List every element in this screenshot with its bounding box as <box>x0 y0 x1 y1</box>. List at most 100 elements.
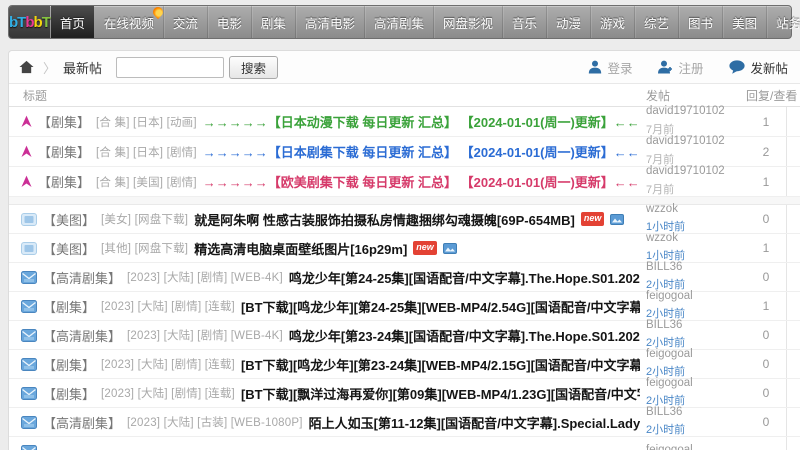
topic-row: 【高清剧集】 [2023] [大陆] [剧情] [WEB-4K] 鸣龙少年[第2… <box>9 261 800 292</box>
poster-link[interactable]: feigogoal <box>646 290 746 304</box>
topic-title-link[interactable]: [BT下载][飘洋过海再爱你][第09集][WEB-MP4/1.23G][国语配… <box>241 384 640 403</box>
poster-link[interactable]: BILL36 <box>646 261 746 275</box>
reply-count: 1 <box>762 114 770 129</box>
topic-title-cell: 【高清剧集】 [2023] [大陆] [剧情] [WEB-4K] 鸣龙少年[第2… <box>9 268 646 287</box>
poster-link[interactable]: feigogoal <box>646 348 746 362</box>
post-time[interactable]: 7月前 <box>646 184 674 196</box>
search-input[interactable] <box>116 56 225 78</box>
home-icon[interactable] <box>19 60 34 74</box>
nav-item[interactable]: 美图 <box>723 6 768 38</box>
category-link[interactable]: 【高清剧集】 <box>43 413 121 432</box>
nav-item[interactable]: 音乐 <box>503 6 547 38</box>
topic-title-link[interactable]: 陌上人如玉[第11-12集][国语配音/中文字幕].Special.Lady.S… <box>309 413 640 432</box>
topic-title-link[interactable]: →→→→→【日本剧集下载 每日更新 汇总】 【2024-01-01(周一)更新】… <box>203 142 640 161</box>
nav-item[interactable]: 站务 <box>767 6 800 38</box>
topic-row: 【剧集】 [合 集] [美国] [剧情] →→→→→【欧美剧集下载 每日更新 汇… <box>9 165 800 197</box>
topic-title-link[interactable]: 鸣龙少年[第23-24集][国语配音/中文字幕].The.Hope.S01.20… <box>289 326 640 345</box>
views-column-stub <box>786 379 800 407</box>
poster-link[interactable]: BILL36 <box>646 406 746 420</box>
new-post-button[interactable]: 发新帖 <box>729 58 788 77</box>
nav-item[interactable]: 动漫 <box>547 6 592 38</box>
nav-item[interactable]: 游戏 <box>591 6 636 38</box>
search-button[interactable]: 搜索 <box>229 55 279 79</box>
topic-title-link[interactable]: →→→→→【欧美剧集下载 每日更新 汇总】 【2024-01-01(周一)更新】… <box>203 172 640 191</box>
nav-item[interactable]: 高清剧集 <box>365 6 434 38</box>
topic-row: 【剧集】 [合 集] [日本] [剧情] →→→→→【日本剧集下载 每日更新 汇… <box>9 135 800 168</box>
nav-menu: 首页在线视频交流电影剧集高清电影高清剧集网盘影视音乐动漫游戏综艺图书美图站务>> <box>50 4 800 38</box>
breadcrumb-toolbar: 〉 最新帖 搜索 登录 注册 发新帖 <box>9 51 800 84</box>
topic-row: 【剧集】 [2023] [大陆] [剧情] [连载] [BT下载][鸣龙少年][… <box>9 290 800 321</box>
poster-link[interactable]: feigogoal <box>646 444 746 450</box>
category-link[interactable]: 【剧集】 <box>43 384 95 403</box>
nav-item[interactable]: 综艺 <box>635 6 680 38</box>
reply-count: 0 <box>762 386 770 400</box>
new-post-envelope-icon <box>21 270 37 284</box>
poster-link[interactable]: david19710102 <box>646 135 746 149</box>
nav-item[interactable]: 网盘影视 <box>434 6 503 38</box>
new-post-envelope-icon <box>21 415 37 429</box>
image-post-icon <box>21 241 37 255</box>
nav-item[interactable]: 图书 <box>679 6 724 38</box>
topic-title-cell: 【高清剧集】 [2023] [大陆] [古装] [WEB-1080P] 陌上人如… <box>9 413 646 432</box>
logo-letter: b <box>9 13 18 31</box>
topic-title-link[interactable]: [BT下载][鸣龙少年][第23-24集][WEB-MP4/2.15G][国语配… <box>241 355 640 374</box>
category-link[interactable]: 【剧集】 <box>38 112 90 131</box>
register-link[interactable]: 注册 <box>658 58 703 77</box>
site-logo[interactable]: bTbbT <box>9 6 51 38</box>
topic-title-cell: 【剧集】 [合 集] [美国] [剧情] →→→→→【欧美剧集下载 每日更新 汇… <box>9 172 646 191</box>
poster-link[interactable]: feigogoal <box>646 377 746 391</box>
category-link[interactable]: 【剧集】 <box>38 142 90 161</box>
nav-item[interactable]: 交流 <box>164 6 208 38</box>
post-time[interactable]: 2小时前 <box>646 424 685 436</box>
poster-cell: feigogoal <box>646 444 746 450</box>
topic-row: feigogoal <box>9 437 800 450</box>
topic-tags: [2023] [大陆] [剧情] [连载] <box>101 359 235 371</box>
category-link[interactable]: 【高清剧集】 <box>43 326 121 345</box>
post-time[interactable]: 7月前 <box>646 124 674 136</box>
poster-link[interactable]: BILL36 <box>646 319 746 333</box>
poster-cell: david19710102 7月前 <box>646 135 746 168</box>
topic-title-link[interactable]: 就是阿朱啊 性感古装服饰拍摄私房情趣捆绑勾魂摄魄[69P-654MB] <box>194 210 575 229</box>
sticky-pin-icon <box>21 115 32 129</box>
nav-item[interactable]: 剧集 <box>252 6 296 38</box>
views-column-stub <box>786 292 800 320</box>
category-link[interactable]: 【剧集】 <box>38 172 90 191</box>
new-badge: new <box>413 241 437 255</box>
views-column-stub <box>786 437 800 450</box>
new-post-envelope-icon <box>21 357 37 371</box>
nav-item[interactable]: 电影 <box>208 6 252 38</box>
poster-link[interactable]: wzzok <box>646 203 746 217</box>
category-link[interactable]: 【高清剧集】 <box>43 268 121 287</box>
category-link[interactable]: 【美图】 <box>43 239 95 258</box>
topic-title-cell: 【剧集】 [合 集] [日本] [剧情] →→→→→【日本剧集下载 每日更新 汇… <box>9 142 646 161</box>
topic-title-cell: 【高清剧集】 [2023] [大陆] [剧情] [WEB-4K] 鸣龙少年[第2… <box>9 326 646 345</box>
category-link[interactable]: 【美图】 <box>43 210 95 229</box>
reply-count: 0 <box>762 270 770 284</box>
post-time[interactable]: 7月前 <box>646 154 674 166</box>
nav-item[interactable]: 高清电影 <box>296 6 365 38</box>
category-link[interactable]: 【剧集】 <box>43 297 95 316</box>
nav-item[interactable]: 首页 <box>50 6 94 38</box>
nav-item[interactable]: 在线视频 <box>95 4 165 38</box>
topic-title-cell: 【美图】 [美女] [网盘下载] 就是阿朱啊 性感古装服饰拍摄私房情趣捆绑勾魂摄… <box>9 210 646 229</box>
category-link[interactable]: 【剧集】 <box>43 355 95 374</box>
topic-tags: [2023] [大陆] [剧情] [连载] <box>101 301 235 313</box>
new-post-envelope-icon <box>21 386 37 400</box>
topic-title-link[interactable]: 鸣龙少年[第24-25集][国语配音/中文字幕].The.Hope.S01.20… <box>289 268 640 287</box>
header-poster: 发帖 <box>646 88 671 103</box>
topic-title-link[interactable]: →→→→→【日本动漫下载 每日更新 汇总】 【2024-01-01(周一)更新】… <box>203 112 640 131</box>
poster-link[interactable]: wzzok <box>646 232 746 246</box>
topic-tags: [合 集] [日本] [剧情] <box>96 146 197 159</box>
views-column-stub <box>786 321 800 349</box>
topic-tags: [2023] [大陆] [剧情] [WEB-4K] <box>127 272 283 284</box>
topic-title-link[interactable]: [BT下载][鸣龙少年][第24-25集][WEB-MP4/2.54G][国语配… <box>241 297 640 316</box>
topic-tags: [2023] [大陆] [剧情] [连载] <box>101 388 235 400</box>
content-panel: 〉 最新帖 搜索 登录 注册 发新帖 标题 发帖 回复/查看 【剧集】 [合 集… <box>8 50 800 450</box>
login-link[interactable]: 登录 <box>588 58 632 77</box>
poster-link[interactable]: david19710102 <box>646 105 746 119</box>
logo-letter: T <box>41 13 51 31</box>
poster-link[interactable]: david19710102 <box>646 165 746 179</box>
topic-title-link[interactable]: 精选高清电脑桌面壁纸图片[16p29m] <box>194 239 407 258</box>
topic-tags: [合 集] [日本] [动画] <box>96 116 197 129</box>
views-column-stub <box>786 167 800 196</box>
